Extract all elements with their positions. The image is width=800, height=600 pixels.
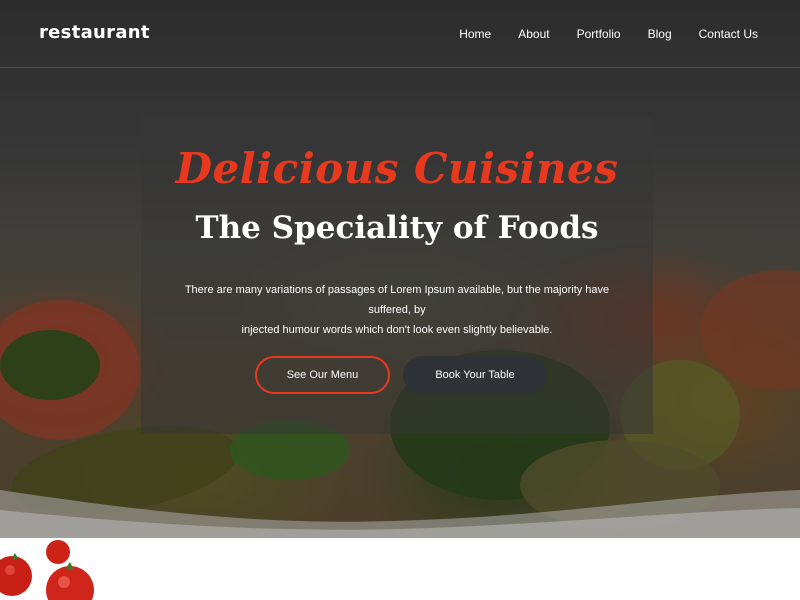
content-section	[0, 538, 800, 600]
brand-logo[interactable]: restaurant	[39, 22, 150, 43]
hero-card: Delicious Cuisines The Speciality of Foo…	[141, 116, 653, 434]
nav-item-home[interactable]: Home	[459, 27, 491, 41]
hero-description-line-2: injected humour words which don't look e…	[241, 324, 553, 336]
main-nav: Home About Portfolio Blog Contact Us	[432, 27, 758, 41]
page: restaurant Home About Portfolio Blog Con…	[0, 0, 800, 600]
tomatoes-image	[0, 540, 94, 600]
nav-item-contact[interactable]: Contact Us	[699, 27, 758, 41]
hero-script-title: Delicious Cuisines	[175, 144, 619, 193]
nav-item-portfolio[interactable]: Portfolio	[577, 27, 621, 41]
tomato-slice-shape	[0, 300, 140, 440]
hero-description: There are many variations of passages of…	[167, 280, 627, 340]
site-header: restaurant Home About Portfolio Blog Con…	[0, 0, 800, 68]
tomato-slice-shape	[700, 270, 800, 390]
book-table-button[interactable]: Book Your Table	[403, 356, 547, 394]
hero-description-line-1: There are many variations of passages of…	[184, 284, 610, 316]
vegetable-shape	[520, 440, 720, 530]
hero-wave-divider	[0, 490, 800, 540]
see-menu-button[interactable]: See Our Menu	[255, 356, 390, 394]
broccoli-shape	[0, 330, 100, 400]
nav-item-blog[interactable]: Blog	[648, 27, 672, 41]
nav-item-about[interactable]: About	[518, 27, 549, 41]
hero-title: The Speciality of Foods	[195, 210, 599, 246]
